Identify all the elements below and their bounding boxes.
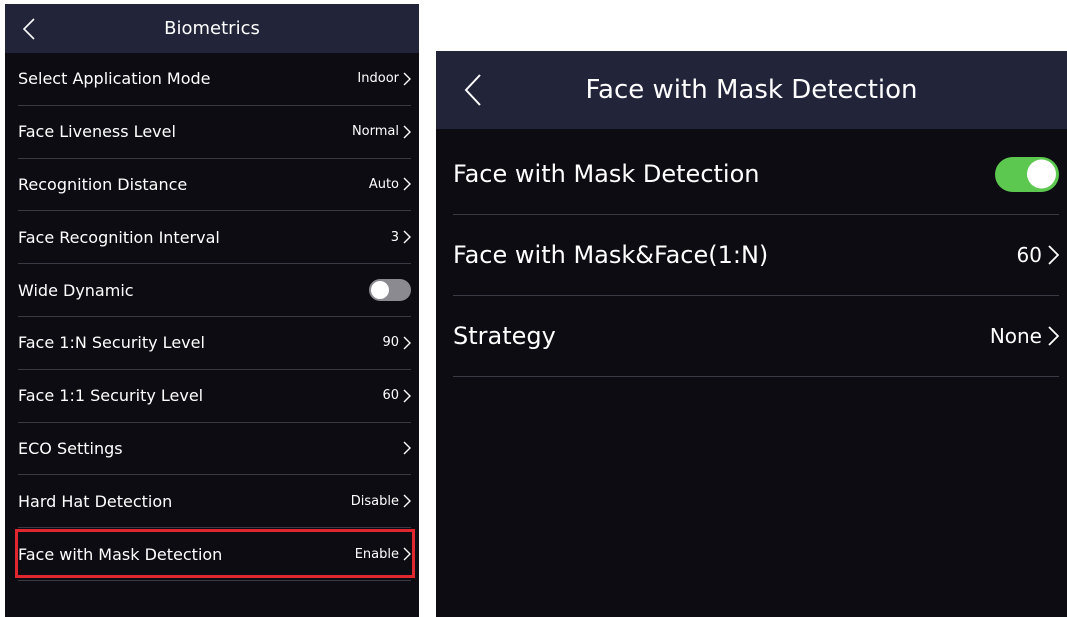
chevron-left-icon [22, 17, 35, 40]
setting-label: Face 1:1 Security Level [18, 386, 204, 406]
chevron-right-icon [1048, 245, 1059, 265]
setting-value: Indoor [357, 71, 399, 87]
setting-label: Select Application Mode [18, 69, 211, 89]
chevron-right-icon [403, 494, 411, 508]
toggle-knob [1027, 159, 1056, 189]
setting-row-strategy[interactable]: Strategy None [453, 296, 1059, 377]
setting-row-liveness-level[interactable]: Face Liveness Level Normal [18, 106, 411, 159]
setting-label: Face Liveness Level [18, 122, 176, 142]
chevron-right-icon [1048, 326, 1059, 346]
chevron-right-icon [403, 441, 411, 455]
setting-row-hard-hat-detection[interactable]: Hard Hat Detection Disable [18, 475, 411, 529]
back-button[interactable] [458, 51, 488, 129]
mask-detection-toggle[interactable] [995, 156, 1059, 192]
setting-value: Enable [354, 546, 399, 562]
mask-detection-header: Face with Mask Detection [436, 51, 1067, 129]
chevron-right-icon [403, 547, 411, 561]
chevron-left-icon [464, 74, 481, 106]
setting-value: 60 [1016, 243, 1042, 267]
setting-row-wide-dynamic: Wide Dynamic [18, 264, 411, 317]
setting-label: Face with Mask Detection [453, 160, 760, 188]
page-title: Biometrics [164, 18, 260, 39]
toggle-knob [371, 281, 389, 300]
setting-row-11-security-level[interactable]: Face 1:1 Security Level 60 [18, 370, 411, 423]
setting-row-recognition-interval[interactable]: Face Recognition Interval 3 [18, 211, 411, 265]
wide-dynamic-toggle[interactable] [369, 279, 411, 302]
setting-label: Face 1:N Security Level [18, 333, 205, 353]
mask-detection-screen: Face with Mask Detection Face with Mask … [436, 51, 1067, 617]
setting-label: Hard Hat Detection [18, 491, 173, 511]
biometrics-screen: Biometrics Select Application Mode Indoo… [5, 4, 419, 617]
mask-detection-settings-list: Face with Mask Detection Face with Mask&… [453, 134, 1059, 377]
chevron-right-icon [403, 336, 411, 350]
setting-label: Strategy [453, 322, 556, 350]
setting-value: 60 [382, 388, 399, 404]
setting-row-mask-detection[interactable]: Face with Mask Detection Enable [18, 528, 411, 581]
setting-row-recognition-distance[interactable]: Recognition Distance Auto [18, 159, 411, 212]
setting-label: Wide Dynamic [18, 280, 134, 300]
setting-value: Auto [368, 176, 399, 192]
back-button[interactable] [17, 4, 41, 53]
chevron-right-icon [403, 125, 411, 139]
setting-row-1n-security-level[interactable]: Face 1:N Security Level 90 [18, 317, 411, 370]
biometrics-settings-list: Select Application Mode Indoor Face Live… [18, 53, 411, 581]
setting-row-mask-detection-toggle: Face with Mask Detection [453, 134, 1059, 215]
setting-label: Face with Mask Detection [18, 544, 223, 564]
chevron-right-icon [403, 177, 411, 191]
setting-label: Face with Mask&Face(1:N) [453, 241, 769, 269]
setting-value: 90 [382, 335, 399, 351]
setting-label: ECO Settings [18, 438, 123, 458]
chevron-right-icon [403, 389, 411, 403]
setting-row-application-mode[interactable]: Select Application Mode Indoor [18, 53, 411, 106]
chevron-right-icon [403, 72, 411, 86]
setting-row-eco-settings[interactable]: ECO Settings [18, 423, 411, 476]
biometrics-header: Biometrics [5, 4, 419, 53]
setting-value: 3 [390, 229, 399, 245]
page-title: Face with Mask Detection [585, 75, 918, 105]
setting-value: Disable [350, 493, 399, 509]
setting-row-mask-face-1n[interactable]: Face with Mask&Face(1:N) 60 [453, 215, 1059, 296]
setting-value: Normal [351, 124, 399, 140]
setting-label: Recognition Distance [18, 174, 188, 194]
setting-label: Face Recognition Interval [18, 227, 220, 247]
setting-value: None [989, 324, 1042, 348]
chevron-right-icon [403, 230, 411, 244]
